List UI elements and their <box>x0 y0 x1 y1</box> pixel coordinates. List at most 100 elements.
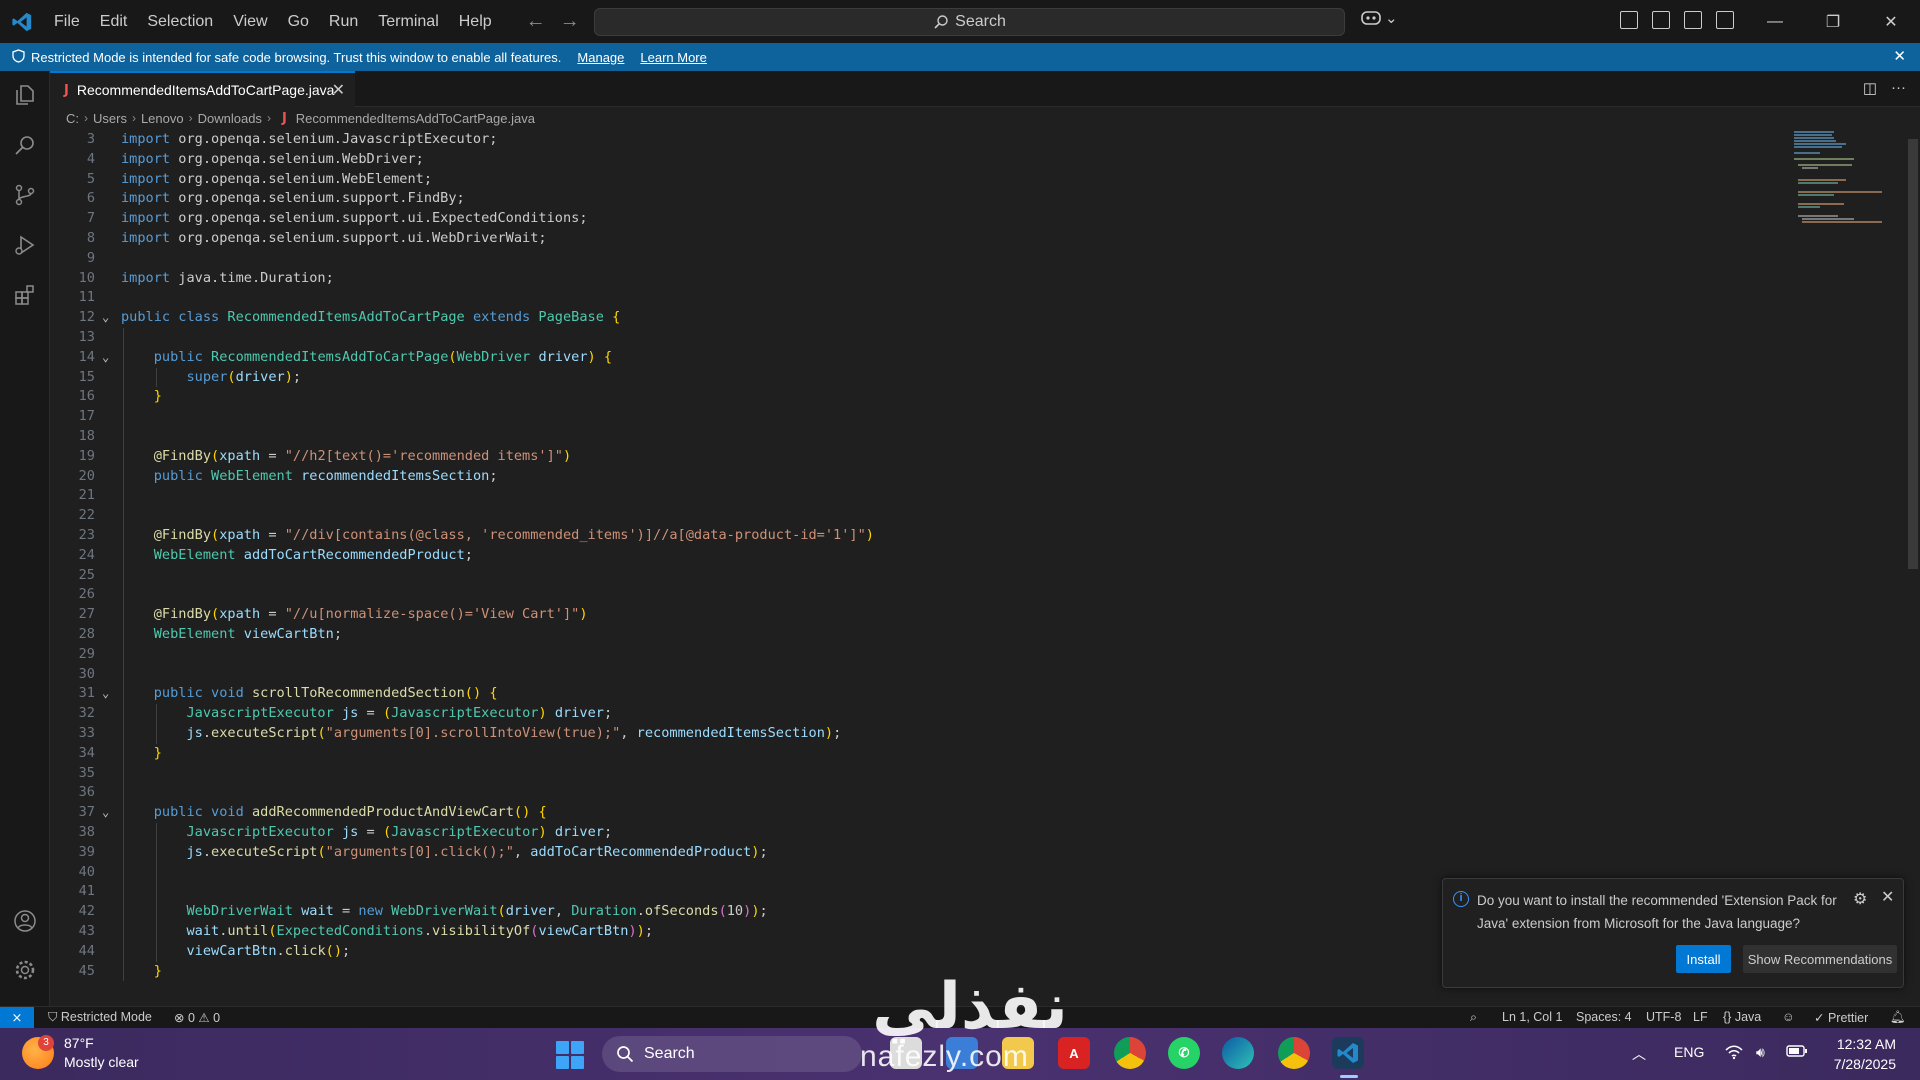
copilot-status-icon[interactable]: ☺ <box>1782 1010 1795 1024</box>
code-line[interactable]: 11 <box>50 288 1790 308</box>
show-recommendations-button[interactable]: Show Recommendations <box>1743 945 1897 973</box>
scrollbar-thumb[interactable] <box>1908 139 1918 569</box>
breadcrumb-downloads[interactable]: Downloads <box>198 111 262 126</box>
code-line[interactable]: 24 WebElement addToCartRecommendedProduc… <box>50 546 1790 566</box>
minimize-icon[interactable]: — <box>1746 0 1804 43</box>
toggle-secondary-sidebar-icon[interactable] <box>1716 11 1734 29</box>
extensions-icon[interactable] <box>13 283 37 307</box>
eol-status[interactable]: LF <box>1693 1010 1708 1024</box>
close-banner-icon[interactable]: ✕ <box>1893 47 1906 65</box>
code-line[interactable]: 28 WebElement viewCartBtn; <box>50 625 1790 645</box>
fold-chevron-icon[interactable]: ⌄ <box>102 803 109 823</box>
install-button[interactable]: Install <box>1676 945 1731 973</box>
taskbar-search[interactable]: Search <box>602 1036 862 1072</box>
menu-view[interactable]: View <box>223 0 277 43</box>
code-line[interactable]: 5 import org.openqa.selenium.WebElement; <box>50 170 1790 190</box>
code-line[interactable]: 27 @FindBy(xpath = "//u[normalize-space(… <box>50 605 1790 625</box>
code-line[interactable]: 8 import org.openqa.selenium.support.ui.W… <box>50 229 1790 249</box>
whatsapp-icon[interactable]: ✆ <box>1168 1037 1200 1069</box>
code-line[interactable]: 19 @FindBy(xpath = "//h2[text()='recomme… <box>50 447 1790 467</box>
restricted-mode-status[interactable]: ⛉ Restricted Mode <box>48 1010 152 1025</box>
code-line[interactable]: 37 ⌄ public void addRecommendedProductAnd… <box>50 803 1790 823</box>
fold-chevron-icon[interactable]: ⌄ <box>102 348 109 368</box>
accounts-icon[interactable] <box>13 909 37 933</box>
manage-link[interactable]: Manage <box>577 50 624 65</box>
code-line[interactable]: 16 } <box>50 387 1790 407</box>
menu-run[interactable]: Run <box>319 0 368 43</box>
menu-edit[interactable]: Edit <box>90 0 138 43</box>
encoding-status[interactable]: UTF-8 <box>1646 1010 1681 1024</box>
menu-file[interactable]: File <box>44 0 90 43</box>
back-arrow-icon[interactable]: ← <box>526 10 546 33</box>
code-line[interactable]: 6 import org.openqa.selenium.support.Find… <box>50 189 1790 209</box>
settings-gear-icon[interactable] <box>13 958 37 982</box>
search-icon[interactable] <box>13 133 37 157</box>
code-line[interactable]: 23 @FindBy(xpath = "//div[contains(@clas… <box>50 526 1790 546</box>
fold-chevron-icon[interactable]: ⌄ <box>102 308 109 328</box>
prettier-status[interactable]: ✓ Prettier <box>1814 1010 1868 1025</box>
code-line[interactable]: 18 <box>50 427 1790 447</box>
menu-terminal[interactable]: Terminal <box>368 0 448 43</box>
breadcrumb-lenovo[interactable]: Lenovo <box>141 111 184 126</box>
split-editor-icon[interactable]: ◫ <box>1863 79 1877 97</box>
code-line[interactable]: 33 js.executeScript("arguments[0].scroll… <box>50 724 1790 744</box>
notifications-bell-icon[interactable]: 🔔︎ <box>1890 1010 1906 1025</box>
code-line[interactable]: 22 <box>50 506 1790 526</box>
more-actions-icon[interactable]: ··· <box>1891 79 1906 97</box>
indentation-status[interactable]: Spaces: 4 <box>1576 1010 1632 1024</box>
code-line[interactable]: 15 super(driver); <box>50 368 1790 388</box>
code-line[interactable]: 32 JavascriptExecutor js = (JavascriptEx… <box>50 704 1790 724</box>
windows-start-icon[interactable] <box>556 1041 584 1069</box>
menu-selection[interactable]: Selection <box>137 0 223 43</box>
breadcrumb-drive[interactable]: C: <box>66 111 79 126</box>
code-line[interactable]: 31 ⌄ public void scrollToRecommendedSecti… <box>50 684 1790 704</box>
close-icon[interactable]: ✕ <box>1881 887 1894 907</box>
code-line[interactable]: 26 <box>50 585 1790 605</box>
code-line[interactable]: 14 ⌄ public RecommendedItemsAddToCartPage… <box>50 348 1790 368</box>
source-control-icon[interactable] <box>13 183 37 207</box>
chevron-up-icon[interactable]: ︿ <box>1632 1044 1646 1064</box>
remote-indicator-icon[interactable]: ⨯ <box>0 1007 34 1029</box>
code-line[interactable]: 13 <box>50 328 1790 348</box>
code-line[interactable]: 12 ⌄ public class RecommendedItemsAddToCar… <box>50 308 1790 328</box>
close-tab-icon[interactable]: ✕ <box>332 80 345 100</box>
problems-status[interactable]: ⊗ 0 ⚠ 0 <box>174 1010 220 1025</box>
zoom-icon[interactable]: ⌕ <box>1470 1010 1477 1025</box>
system-clock[interactable]: 12:32 AM 7/28/2025 <box>1834 1034 1896 1074</box>
code-line[interactable]: 20 public WebElement recommendedItemsSec… <box>50 467 1790 487</box>
restore-icon[interactable]: ❐ <box>1804 0 1862 43</box>
toggle-sidebar-icon[interactable] <box>1652 11 1670 29</box>
explorer-icon[interactable] <box>13 83 37 107</box>
breadcrumb-users[interactable]: Users <box>93 111 127 126</box>
code-line[interactable]: 29 <box>50 645 1790 665</box>
learn-more-link[interactable]: Learn More <box>640 50 706 65</box>
language-mode[interactable]: {} Java <box>1723 1010 1761 1024</box>
customize-layout-icon[interactable] <box>1620 11 1638 29</box>
code-line[interactable]: 36 <box>50 783 1790 803</box>
toggle-panel-icon[interactable] <box>1684 11 1702 29</box>
run-debug-icon[interactable] <box>13 233 37 257</box>
code-line[interactable]: 38 JavascriptExecutor js = (JavascriptEx… <box>50 823 1790 843</box>
code-line[interactable]: 39 js.executeScript("arguments[0].click(… <box>50 843 1790 863</box>
code-line[interactable]: 25 <box>50 566 1790 586</box>
chrome-profile-icon[interactable] <box>1278 1037 1310 1069</box>
minimap[interactable] <box>1790 129 1900 229</box>
fold-chevron-icon[interactable]: ⌄ <box>102 684 109 704</box>
vscode-taskbar-icon[interactable] <box>1332 1037 1364 1069</box>
code-line[interactable]: 10 import java.time.Duration; <box>50 269 1790 289</box>
cursor-position[interactable]: Ln 1, Col 1 <box>1502 1010 1562 1024</box>
code-line[interactable]: 4 import org.openqa.selenium.WebDriver; <box>50 150 1790 170</box>
battery-icon[interactable] <box>1786 1044 1808 1061</box>
editor-scrollbar[interactable] <box>1906 129 1920 1006</box>
code-line[interactable]: 34 } <box>50 744 1790 764</box>
code-line[interactable]: 30 <box>50 665 1790 685</box>
breadcrumb-file[interactable]: RecommendedItemsAddToCartPage.java <box>296 111 535 126</box>
code-editor[interactable]: 3 import org.openqa.selenium.JavascriptEx… <box>50 129 1920 1006</box>
code-line[interactable]: 7 import org.openqa.selenium.support.ui.E… <box>50 209 1790 229</box>
command-center-search[interactable]: Search <box>594 8 1345 36</box>
code-line[interactable]: 9 <box>50 249 1790 269</box>
input-language[interactable]: ENG <box>1674 1044 1704 1060</box>
wifi-icon[interactable] <box>1724 1044 1744 1063</box>
code-line[interactable]: 3 import org.openqa.selenium.JavascriptEx… <box>50 130 1790 150</box>
close-window-icon[interactable]: ✕ <box>1862 0 1920 43</box>
